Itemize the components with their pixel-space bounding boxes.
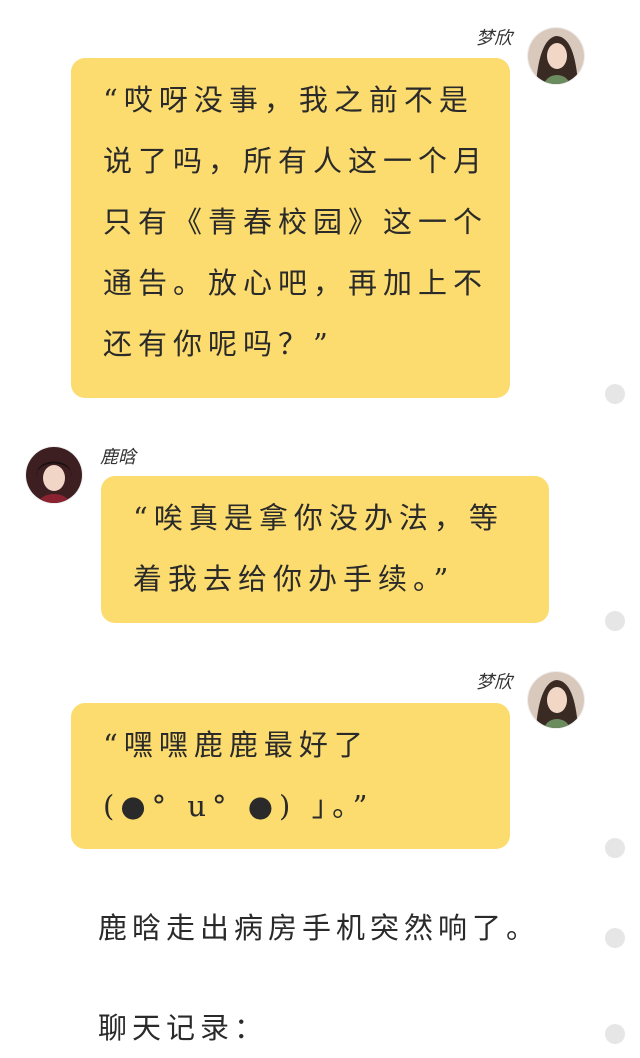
- narration-line: 鹿晗走出病房手机突然响了。: [98, 911, 541, 945]
- narration-line: 聊天记录：: [98, 1011, 269, 1045]
- sender-name-mengxin: 梦欣: [476, 28, 512, 49]
- girl-portrait-avatar[interactable]: [528, 672, 584, 728]
- side-dot[interactable]: [605, 611, 625, 631]
- message-bubble: “嘿嘿鹿鹿最好了 (●° u° ●) 」。”: [71, 703, 510, 849]
- side-dot[interactable]: [605, 838, 625, 858]
- sender-name-luhan: 鹿晗: [100, 447, 136, 468]
- side-dot[interactable]: [605, 928, 625, 948]
- side-dot[interactable]: [605, 1024, 625, 1044]
- message-bubble: “哎呀没事，我之前不是 说了吗，所有人这一个月 只有《青春校园》这一个 通告。放…: [71, 58, 510, 398]
- boy-portrait-avatar[interactable]: [26, 447, 82, 503]
- message-bubble: “唉真是拿你没办法，等 着我去给你办手续。”: [101, 476, 549, 623]
- girl-portrait-avatar[interactable]: [528, 28, 584, 84]
- side-dot[interactable]: [605, 384, 625, 404]
- sender-name-mengxin: 梦欣: [476, 672, 512, 693]
